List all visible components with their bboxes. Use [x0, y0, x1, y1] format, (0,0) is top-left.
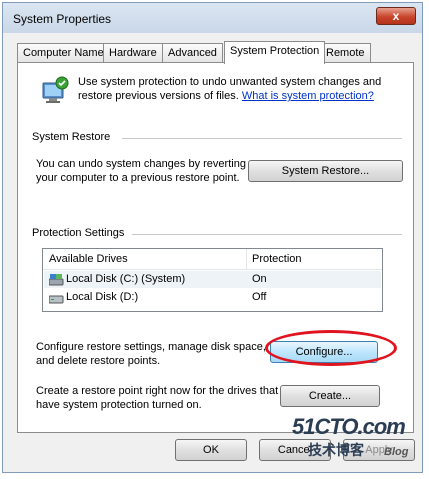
drive-name: Local Disk (C:) (System) [66, 273, 186, 285]
system-restore-heading: System Restore [32, 131, 111, 143]
intro-text-block: Use system protection to undo unwanted s… [78, 75, 398, 103]
section-divider [132, 234, 402, 235]
title-bar: System Properties x [3, 3, 422, 33]
system-restore-description: You can undo system changes by reverting… [36, 158, 246, 184]
tab-advanced[interactable]: Advanced [162, 43, 223, 63]
close-button[interactable]: x [376, 7, 416, 25]
tab-bar: Computer Name Hardware Advanced System P… [17, 41, 417, 64]
section-divider [122, 138, 402, 139]
drive-row-d[interactable]: Local Disk (D:) Off [44, 289, 381, 306]
column-divider [246, 249, 247, 269]
column-available-drives[interactable]: Available Drives [49, 253, 128, 265]
drive-protection-status: On [252, 273, 267, 285]
drives-list-header: Available Drives Protection [43, 249, 382, 270]
drives-list: Available Drives Protection Local Disk (… [42, 248, 383, 312]
ok-button[interactable]: OK [175, 439, 247, 461]
watermark-blog: Blog [384, 446, 409, 458]
window-title: System Properties [13, 12, 112, 26]
drive-icon [49, 295, 64, 304]
drive-name: Local Disk (D:) [66, 291, 139, 303]
tab-computer-name[interactable]: Computer Name [17, 43, 110, 63]
system-protection-panel: Use system protection to undo unwanted s… [17, 62, 414, 433]
system-drive-icon [49, 274, 64, 286]
create-description: Create a restore point right now for the… [36, 385, 279, 411]
annotation-highlight-ellipse [265, 330, 397, 366]
what-is-system-protection-link[interactable]: What is system protection? [242, 90, 374, 102]
watermark-logo: 51CTO.com [292, 414, 406, 439]
column-protection[interactable]: Protection [252, 253, 302, 265]
tab-hardware[interactable]: Hardware [103, 43, 163, 63]
tab-system-protection[interactable]: System Protection [224, 41, 326, 64]
system-protection-icon [42, 76, 69, 103]
protection-settings-heading: Protection Settings [32, 227, 125, 239]
configure-description: Configure restore settings, manage disk … [36, 341, 266, 367]
system-restore-button[interactable]: System Restore... [248, 160, 403, 182]
tab-remote[interactable]: Remote [320, 43, 371, 63]
drive-row-c[interactable]: Local Disk (C:) (System) On [44, 271, 381, 288]
drive-protection-status: Off [252, 291, 267, 303]
watermark: 51CTO.com 技术博客 Blog [292, 414, 408, 458]
create-button[interactable]: Create... [280, 385, 380, 407]
system-properties-window: System Properties x Computer Name Hardwa… [2, 2, 423, 473]
watermark-subtitle: 技术博客 [308, 442, 364, 458]
